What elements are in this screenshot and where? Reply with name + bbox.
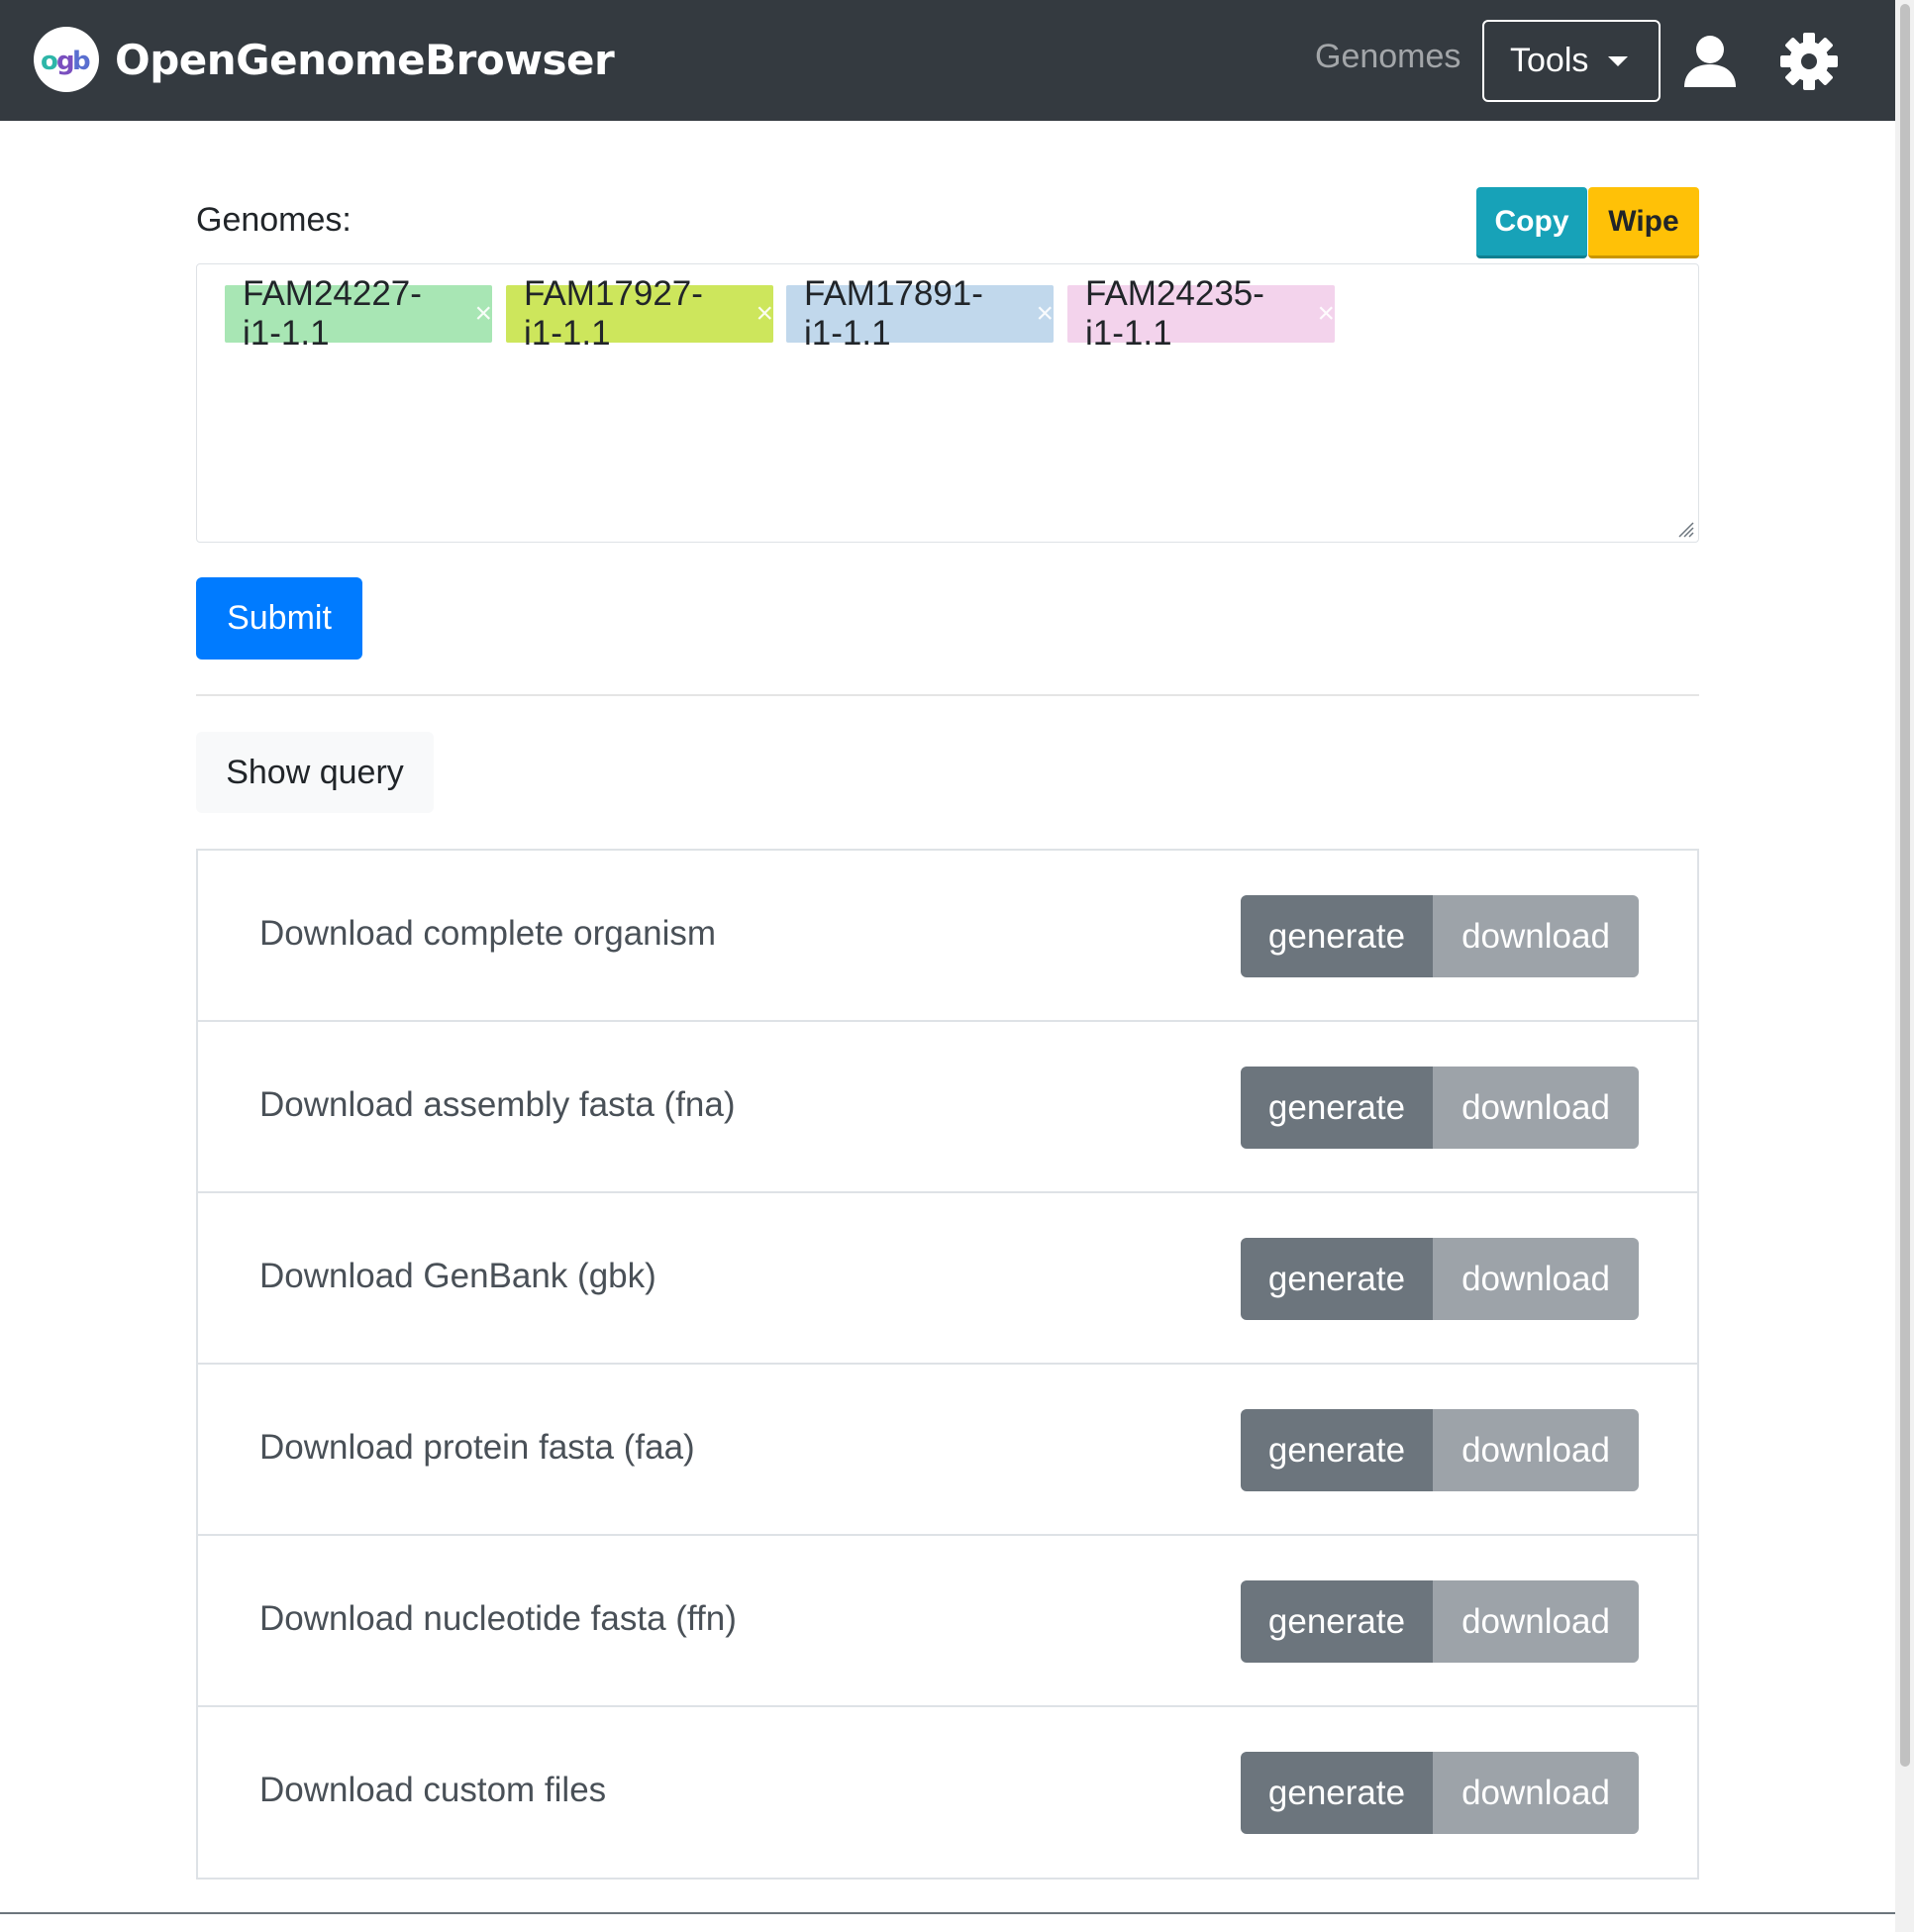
download-button[interactable]: download: [1433, 1580, 1639, 1663]
generate-button[interactable]: generate: [1241, 1409, 1433, 1491]
remove-tag-icon[interactable]: ×: [1317, 297, 1335, 331]
download-list: Download complete organism generate down…: [196, 849, 1699, 1880]
download-button[interactable]: download: [1433, 1752, 1639, 1834]
gear-icon[interactable]: [1779, 32, 1839, 91]
tools-dropdown-button[interactable]: Tools: [1482, 20, 1661, 102]
download-button[interactable]: download: [1433, 1067, 1639, 1149]
generate-button[interactable]: generate: [1241, 1238, 1433, 1320]
remove-tag-icon[interactable]: ×: [474, 297, 492, 331]
user-icon[interactable]: [1680, 32, 1740, 91]
download-row: Download nucleotide fasta (ffn) generate…: [198, 1536, 1697, 1707]
tools-label: Tools: [1510, 42, 1589, 79]
genome-tag: FAM17891-i1-1.1 ×: [786, 274, 1054, 353]
genome-tag-label: FAM24227-i1-1.1: [243, 274, 422, 353]
download-row: Download GenBank (gbk) generate download: [198, 1193, 1697, 1365]
genome-tag: FAM24235-i1-1.1 ×: [1067, 274, 1335, 353]
nav-genomes-link[interactable]: Genomes: [1315, 38, 1461, 76]
brand-name: OpenGenomeBrowser: [115, 35, 615, 84]
genome-tag-label: FAM17927-i1-1.1: [524, 274, 703, 353]
download-row: Download protein fasta (faa) generate do…: [198, 1365, 1697, 1536]
genomes-label: Genomes:: [196, 201, 352, 239]
remove-tag-icon[interactable]: ×: [756, 297, 773, 331]
page: o g b OpenGenomeBrowser Genomes Tools Ge…: [0, 0, 1914, 1932]
svg-text:b: b: [72, 47, 91, 76]
scrollbar-thumb[interactable]: [1900, 4, 1910, 1767]
generate-button[interactable]: generate: [1241, 1580, 1433, 1663]
download-row: Download custom files generate download: [198, 1707, 1697, 1879]
download-button-group: generate download: [1241, 1752, 1639, 1834]
download-button-group: generate download: [1241, 1580, 1639, 1663]
download-button[interactable]: download: [1433, 1238, 1639, 1320]
brand[interactable]: o g b OpenGenomeBrowser: [34, 27, 615, 92]
download-row: Download complete organism generate down…: [198, 851, 1697, 1022]
footer-divider: [0, 1912, 1895, 1914]
submit-button[interactable]: Submit: [196, 577, 362, 660]
genome-tag-label: FAM17891-i1-1.1: [804, 274, 983, 353]
copy-button[interactable]: Copy: [1476, 187, 1587, 258]
genome-tag: FAM17927-i1-1.1 ×: [506, 274, 773, 353]
download-label: Download nucleotide fasta (ffn): [259, 1599, 737, 1638]
download-button-group: generate download: [1241, 1238, 1639, 1320]
download-row: Download assembly fasta (fna) generate d…: [198, 1022, 1697, 1193]
show-query-button[interactable]: Show query: [196, 732, 434, 813]
download-label: Download custom files: [259, 1771, 607, 1809]
download-button-group: generate download: [1241, 895, 1639, 977]
divider: [196, 694, 1699, 696]
ogb-logo-icon: o g b: [34, 27, 99, 92]
wipe-button[interactable]: Wipe: [1588, 187, 1699, 258]
download-label: Download assembly fasta (fna): [259, 1085, 736, 1124]
download-label: Download GenBank (gbk): [259, 1257, 656, 1295]
download-label: Download protein fasta (faa): [259, 1428, 695, 1467]
download-button[interactable]: download: [1433, 895, 1639, 977]
navbar: o g b OpenGenomeBrowser Genomes Tools: [0, 0, 1895, 121]
download-button[interactable]: download: [1433, 1409, 1639, 1491]
genome-tag-input[interactable]: FAM24227-i1-1.1 × FAM17927-i1-1.1 × FAM1…: [196, 263, 1699, 543]
download-button-group: generate download: [1241, 1409, 1639, 1491]
caret-down-icon: [1608, 55, 1629, 66]
resize-grip-icon[interactable]: [1676, 520, 1694, 538]
download-button-group: generate download: [1241, 1067, 1639, 1149]
genome-tag-label: FAM24235-i1-1.1: [1085, 274, 1264, 353]
genome-tag: FAM24227-i1-1.1 ×: [225, 274, 492, 353]
generate-button[interactable]: generate: [1241, 1752, 1433, 1834]
generate-button[interactable]: generate: [1241, 1067, 1433, 1149]
generate-button[interactable]: generate: [1241, 895, 1433, 977]
remove-tag-icon[interactable]: ×: [1036, 297, 1054, 331]
download-label: Download complete organism: [259, 914, 717, 953]
